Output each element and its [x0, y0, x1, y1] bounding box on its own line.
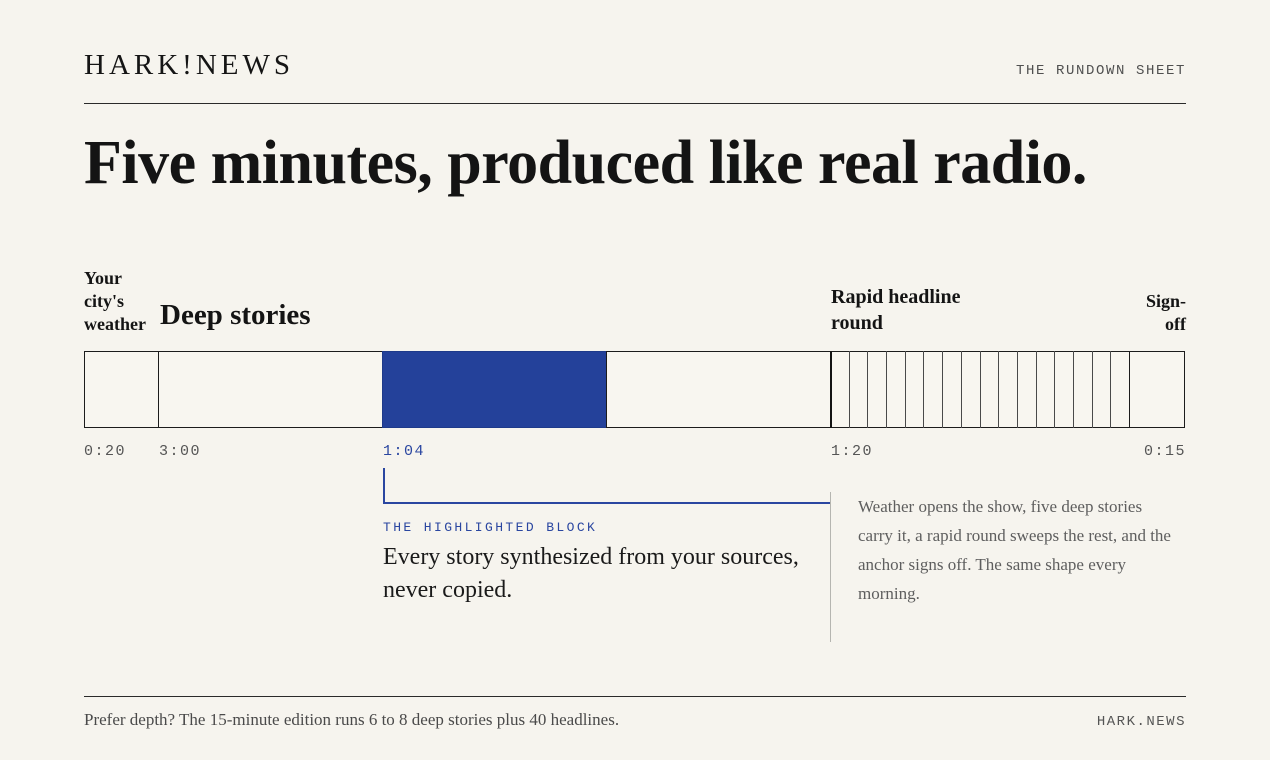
rapid-round-tick	[1073, 351, 1074, 428]
rapid-round-tick	[1036, 351, 1037, 428]
footer-link[interactable]: HARK.NEWS	[1097, 714, 1186, 730]
side-note: Weather opens the show, five deep storie…	[858, 497, 1171, 603]
rapid-round-tick	[998, 351, 999, 428]
duration-sign-off: 0:15	[1144, 443, 1187, 460]
duration-deep-stories: 3:00	[159, 443, 202, 460]
segment-label-deep-stories: Deep stories	[160, 299, 311, 331]
rapid-round-tick	[849, 351, 850, 428]
rapid-round-tick	[886, 351, 887, 428]
duration-highlighted: 1:04	[383, 443, 426, 460]
footer-divider	[84, 696, 1186, 697]
rapid-round-tick	[980, 351, 981, 428]
rapid-round-tick	[923, 351, 924, 428]
rapid-round-tick	[942, 351, 943, 428]
callout-connector-horizontal	[383, 502, 831, 504]
segment-sign-off[interactable]	[1129, 351, 1185, 428]
segment-weather[interactable]	[84, 351, 159, 428]
callout-text: Every story synthesized from your source…	[383, 544, 799, 603]
segment-label-sign-off: Sign-off	[1145, 291, 1186, 334]
segment-label-weather: Your city's weather	[84, 268, 146, 334]
footer-text: Prefer depth? The 15-minute edition runs…	[84, 710, 620, 729]
page-headline: Five minutes, produced like real radio.	[84, 129, 1087, 197]
header-divider	[84, 103, 1186, 104]
rapid-round-tick	[1054, 351, 1055, 428]
rapid-round-start-line	[830, 351, 832, 428]
callout-connector-vertical	[383, 468, 385, 504]
duration-weather: 0:20	[84, 443, 127, 460]
rapid-round-tick	[1092, 351, 1093, 428]
rundown-bar	[84, 351, 1185, 428]
segment-label-rapid-round: Rapid headline round	[831, 286, 961, 334]
callout-kicker: THE HIGHLIGHTED BLOCK	[383, 520, 598, 535]
sheet-label: THE RUNDOWN SHEET	[1015, 63, 1186, 79]
segment-deep-stories-a[interactable]	[158, 351, 383, 428]
segment-highlighted-block[interactable]	[382, 351, 607, 428]
rapid-round-tick	[1017, 351, 1018, 428]
rapid-round-tick	[905, 351, 906, 428]
rapid-round-tick	[961, 351, 962, 428]
rapid-round-tick	[1110, 351, 1111, 428]
segment-deep-stories-b[interactable]	[606, 351, 831, 428]
brand-logo[interactable]: HARK!NEWS	[84, 50, 294, 80]
rapid-round-tick	[867, 351, 868, 428]
duration-rapid-round: 1:20	[831, 443, 874, 460]
